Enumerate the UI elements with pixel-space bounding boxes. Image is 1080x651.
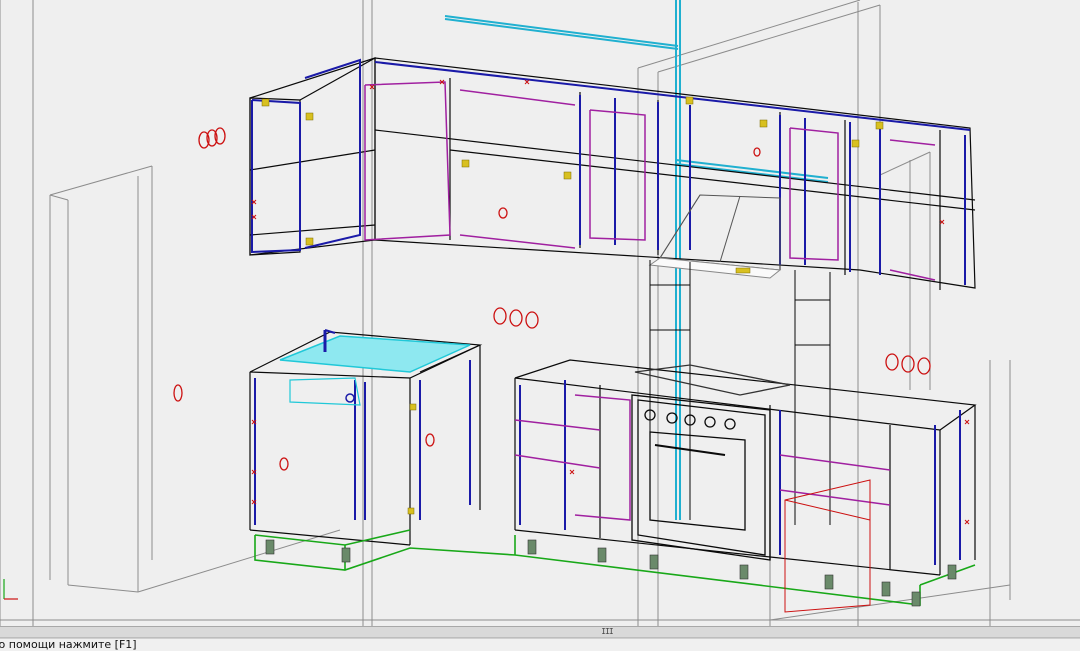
- base-cabinets[interactable]: [249, 331, 977, 576]
- horizontal-scrollbar[interactable]: III: [0, 626, 1080, 638]
- oven[interactable]: [631, 364, 791, 561]
- 3d-viewport[interactable]: [0, 0, 1080, 626]
- kitchen-wireframe-scene[interactable]: [0, 0, 1080, 626]
- range-hood: [648, 194, 782, 279]
- status-text: ю помощи нажмите [F1]: [0, 638, 137, 651]
- scrollbar-grip[interactable]: III: [598, 627, 616, 637]
- status-bar: ю помощи нажмите [F1]: [0, 638, 1080, 651]
- socket-markers: [173, 127, 931, 471]
- upper-cabinets[interactable]: [249, 57, 976, 290]
- axis-icon: [3, 579, 18, 600]
